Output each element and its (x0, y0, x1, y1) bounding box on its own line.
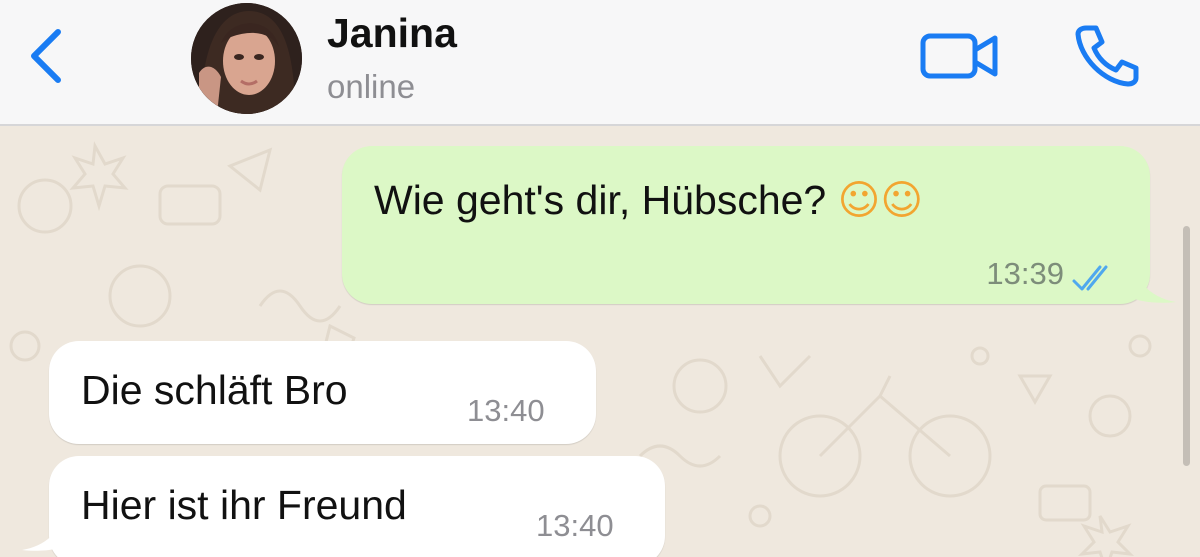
back-button[interactable] (22, 26, 72, 86)
avatar-image (191, 3, 302, 114)
message-outgoing[interactable]: Wie geht's dir, Hübsche? ☺☺ 13:39 (342, 146, 1150, 304)
smiling-face-emoji: ☺☺ (837, 176, 924, 224)
chevron-left-icon (31, 29, 61, 83)
message-text-content: Wie geht's dir, Hübsche? (374, 177, 827, 223)
message-time: 13:40 (536, 508, 614, 543)
bubble-tail-outgoing (1128, 258, 1176, 303)
phone-icon (1075, 25, 1139, 87)
message-incoming[interactable]: Die schläft Bro 13:40 (49, 341, 596, 444)
message-text: Wie geht's dir, Hübsche? ☺☺ (374, 176, 923, 224)
voice-call-button[interactable] (1072, 22, 1142, 88)
message-text: Hier ist ihr Freund (81, 482, 407, 528)
message-incoming[interactable]: Hier ist ihr Freund 13:40 (49, 456, 665, 557)
message-time: 13:40 (467, 393, 545, 428)
avatar[interactable] (191, 3, 302, 114)
bubble-tail-incoming (22, 506, 70, 551)
contact-status: online (327, 68, 416, 105)
video-call-button[interactable] (918, 26, 1002, 86)
chat-area[interactable]: Wie geht's dir, Hübsche? ☺☺ 13:39 Die sc… (0, 126, 1200, 557)
scrollbar[interactable] (1183, 226, 1190, 466)
message-time: 13:39 (986, 256, 1064, 291)
double-check-icon (1072, 265, 1108, 291)
chat-header: Janina online (0, 0, 1200, 126)
video-camera-icon (920, 33, 998, 79)
contact-name[interactable]: Janina (327, 10, 457, 57)
message-text: Die schläft Bro (81, 367, 348, 413)
